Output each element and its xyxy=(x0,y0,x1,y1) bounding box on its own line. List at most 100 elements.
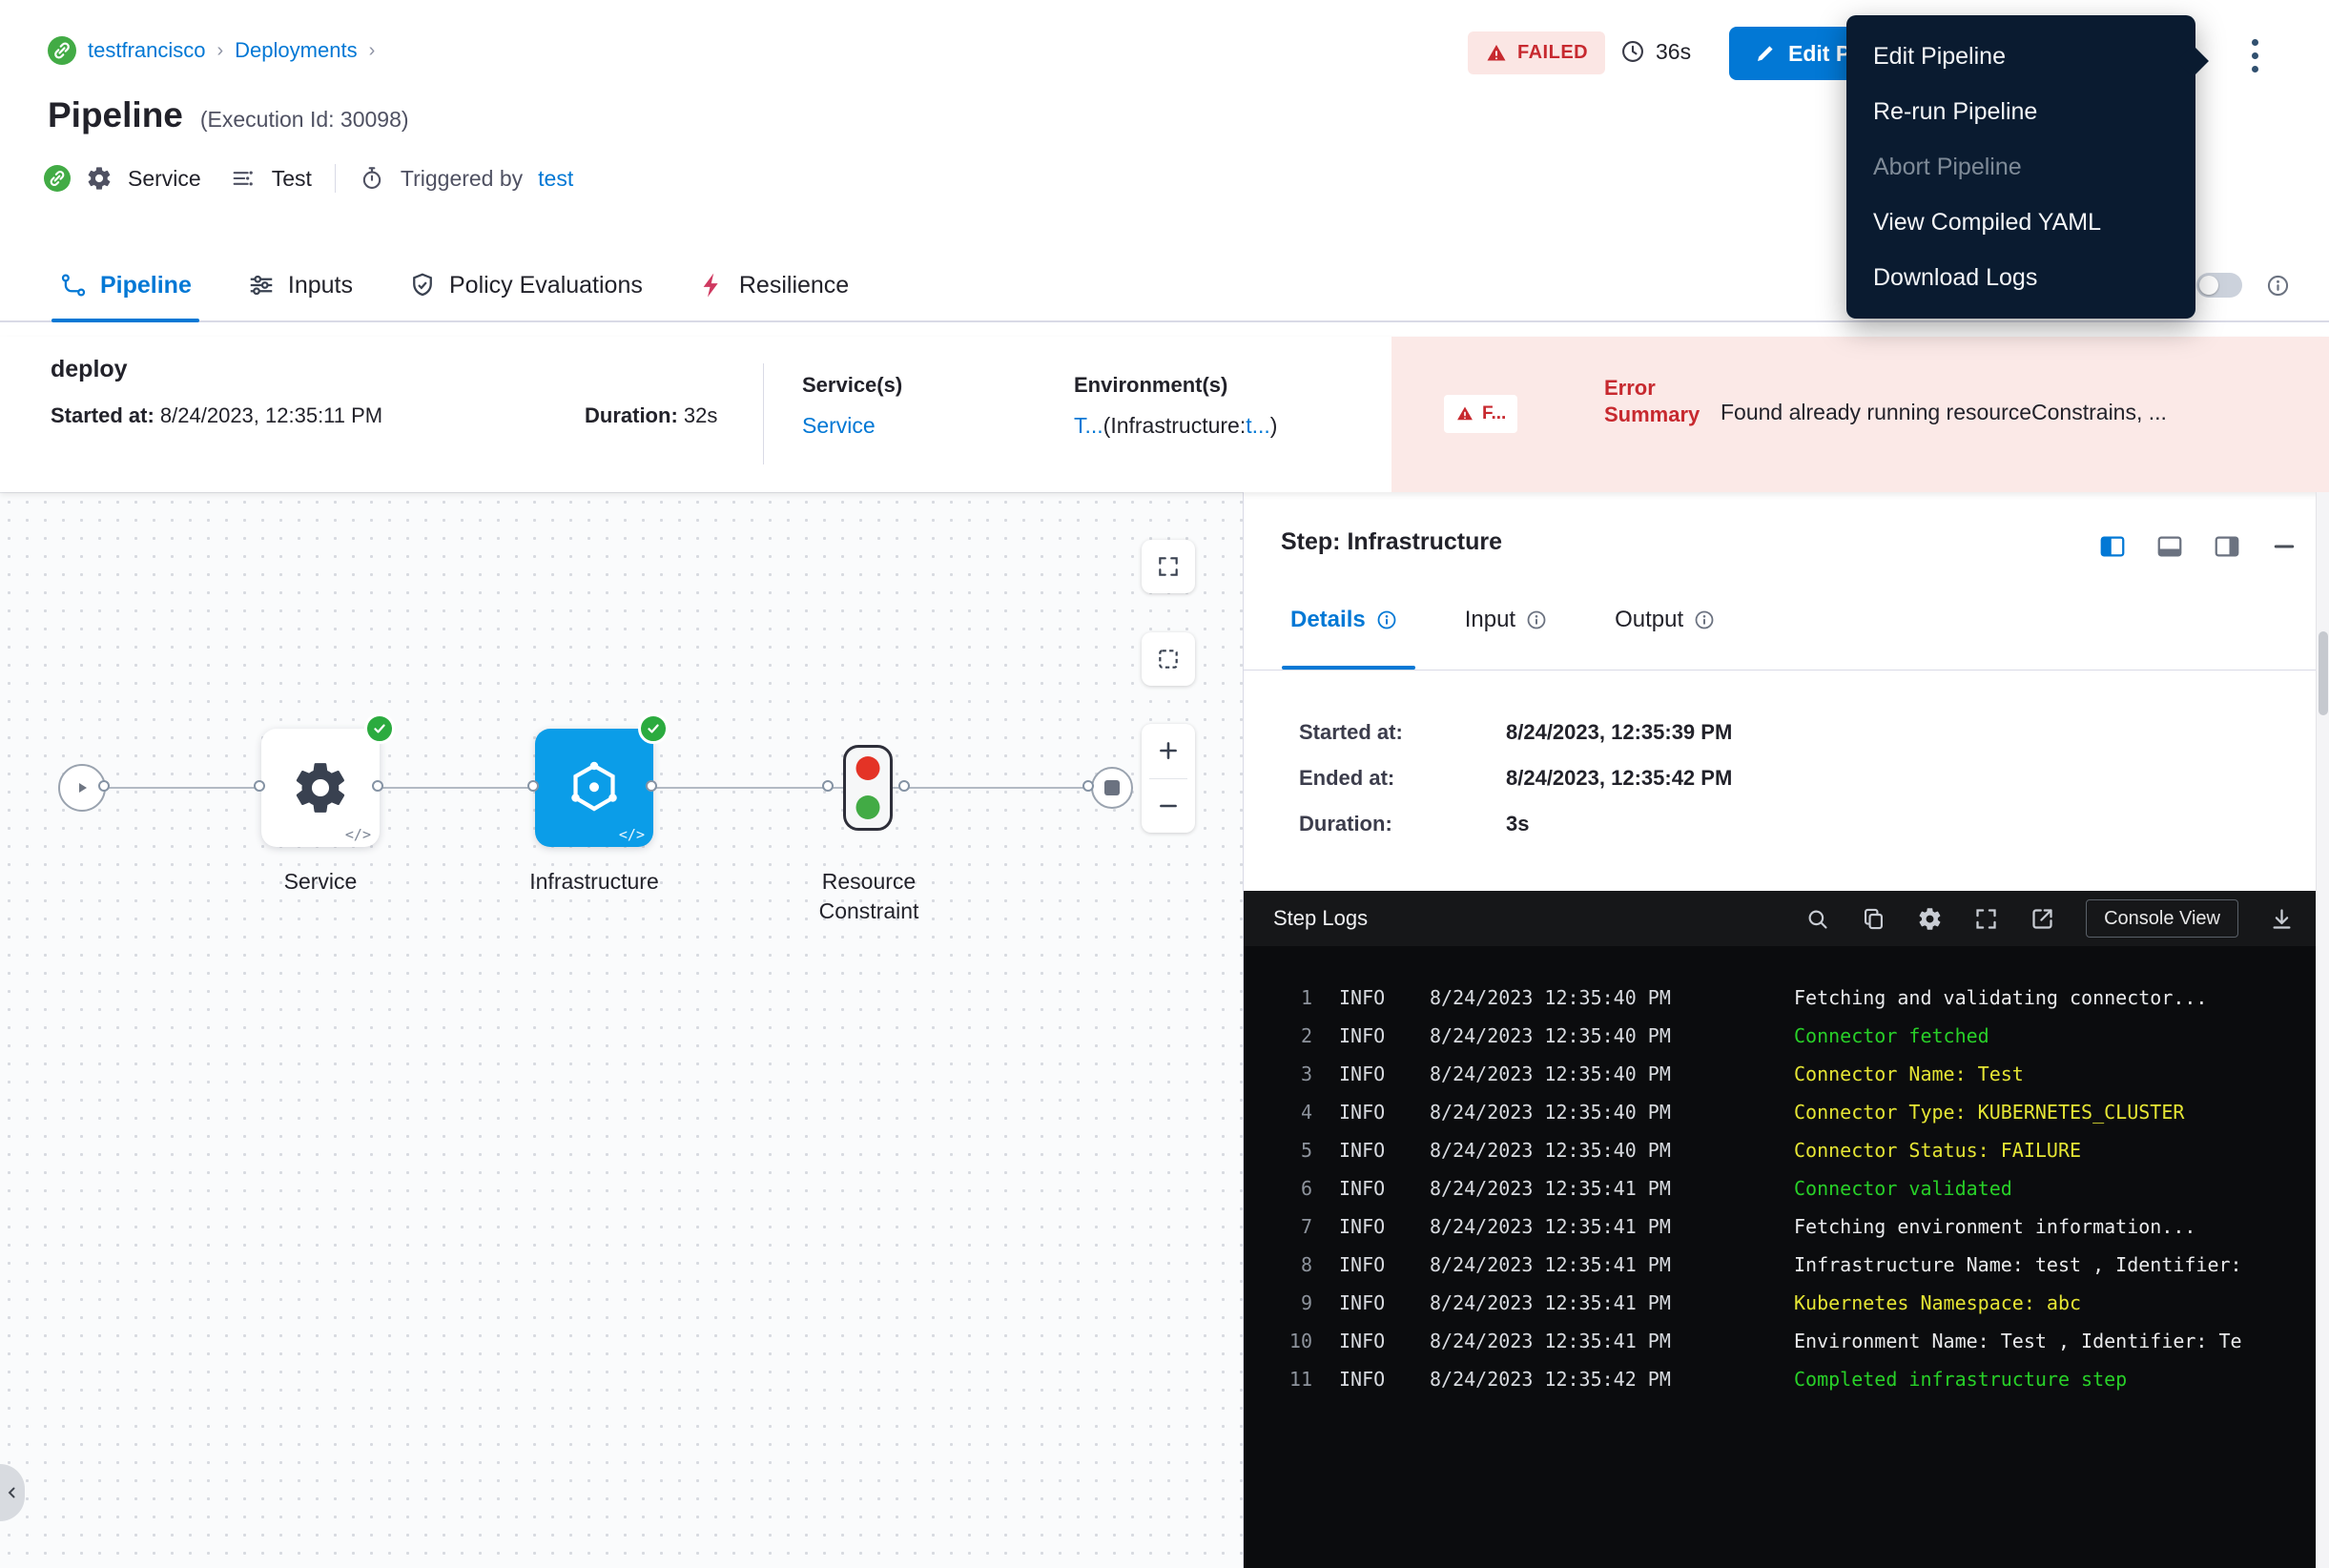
log-message: Connector Status: FAILURE xyxy=(1794,1131,2310,1169)
chevron-left-icon xyxy=(4,1484,21,1501)
menu-item-rerun-pipeline[interactable]: Re-run Pipeline xyxy=(1846,84,2195,139)
breadcrumb-project-link[interactable]: testfrancisco xyxy=(88,38,206,63)
breadcrumb-separator: › xyxy=(369,40,376,62)
output-info-icon[interactable] xyxy=(1693,609,1716,631)
stage-duration-label: Duration: xyxy=(585,403,678,427)
clock-icon xyxy=(1619,38,1646,65)
copy-icon[interactable] xyxy=(1861,906,1886,932)
minimize-panel-icon[interactable] xyxy=(2270,532,2298,561)
edge-connector-dot xyxy=(898,780,910,792)
info-icon[interactable] xyxy=(2265,273,2291,299)
tab-input[interactable]: Input xyxy=(1465,607,1548,633)
node-service[interactable]: </> xyxy=(261,729,380,847)
edge-connector-dot xyxy=(1082,780,1094,792)
log-line: 1INFO8/24/2023 12:35:40 PMFetching and v… xyxy=(1244,979,2316,1017)
edge-connector-dot xyxy=(822,780,834,792)
title-row: Pipeline (Execution Id: 30098) xyxy=(48,95,409,135)
zoom-out-button[interactable] xyxy=(1142,779,1195,834)
log-line-number: 9 xyxy=(1253,1284,1312,1322)
log-timestamp: 8/24/2023 12:35:40 PM xyxy=(1430,979,1671,1017)
triggered-by-user-link[interactable]: test xyxy=(538,166,573,192)
step-panel-tabs: Details Input Output xyxy=(1290,607,1716,633)
environment-name[interactable]: Test xyxy=(272,166,312,192)
canvas-fullscreen-button[interactable] xyxy=(1142,540,1195,593)
error-summary-message: Found already running resourceConstrains… xyxy=(1721,400,2314,425)
stage-failed-chip-label: F... xyxy=(1482,403,1506,424)
pipeline-graph-canvas[interactable]: </> Service </> Infrastructure Resource … xyxy=(0,492,1243,1568)
log-level: INFO xyxy=(1339,1284,1385,1322)
log-settings-gear-icon[interactable] xyxy=(1917,906,1943,932)
log-timestamp: 8/24/2023 12:35:40 PM xyxy=(1430,1131,1671,1169)
console-view-button[interactable]: Console View xyxy=(2086,899,2238,938)
stage-name: deploy xyxy=(51,356,128,383)
step-logs-header: Step Logs Console View xyxy=(1244,891,2316,946)
log-level: INFO xyxy=(1339,1360,1385,1398)
service-success-badge xyxy=(364,713,395,744)
menu-item-download-logs[interactable]: Download Logs xyxy=(1846,250,2195,305)
tabs-divider xyxy=(1244,670,2316,671)
detail-value: 8/24/2023, 12:35:42 PM xyxy=(1506,765,1732,792)
layout-right-view-icon[interactable] xyxy=(2213,532,2241,561)
open-external-icon[interactable] xyxy=(2030,906,2055,932)
code-tag: </> xyxy=(619,826,645,843)
traffic-light-red xyxy=(856,756,880,780)
input-info-icon[interactable] xyxy=(1525,609,1548,631)
tab-resilience[interactable]: Resilience xyxy=(698,250,849,320)
environment-link[interactable]: T...(Infrastructure:t...) xyxy=(1074,413,1277,439)
node-resource-constraint[interactable] xyxy=(843,745,893,831)
tab-output[interactable]: Output xyxy=(1615,607,1716,633)
details-info-icon[interactable] xyxy=(1375,609,1398,631)
pipeline-options-menu: Edit Pipeline Re-run Pipeline Abort Pipe… xyxy=(1846,15,2195,319)
log-message: Environment Name: Test , Identifier: Te xyxy=(1794,1322,2310,1360)
scrollbar-thumb[interactable] xyxy=(2319,631,2328,715)
log-message: Fetching and validating connector... xyxy=(1794,979,2310,1017)
services-label: Service(s) xyxy=(802,373,902,398)
menu-item-edit-pipeline[interactable]: Edit Pipeline xyxy=(1846,29,2195,84)
end-node[interactable] xyxy=(1091,767,1133,809)
stage-summary-bar: deploy Started at: 8/24/2023, 12:35:11 P… xyxy=(0,337,2329,492)
more-options-kebab-icon[interactable] xyxy=(2239,31,2270,80)
step-logs-body[interactable]: 1INFO8/24/2023 12:35:40 PMFetching and v… xyxy=(1244,946,2316,1568)
left-panel-collapse-handle[interactable] xyxy=(0,1464,25,1521)
plus-icon xyxy=(1156,738,1181,763)
environment-link-name[interactable]: T... xyxy=(1074,413,1103,438)
log-level: INFO xyxy=(1339,979,1385,1017)
vertical-scrollbar[interactable] xyxy=(2316,492,2329,1568)
node-infrastructure[interactable]: </> xyxy=(535,729,653,847)
breadcrumb-deployments-link[interactable]: Deployments xyxy=(235,38,357,63)
search-icon[interactable] xyxy=(1804,906,1830,932)
service-name[interactable]: Service xyxy=(128,166,201,192)
log-line: 5INFO8/24/2023 12:35:40 PMConnector Stat… xyxy=(1244,1131,2316,1169)
deployments-module-icon xyxy=(48,36,76,65)
check-icon xyxy=(645,720,662,737)
log-line: 10INFO8/24/2023 12:35:41 PMEnvironment N… xyxy=(1244,1322,2316,1360)
download-logs-icon[interactable] xyxy=(2269,906,2295,932)
layout-bottom-view-icon[interactable] xyxy=(2155,532,2184,561)
tab-policy-evaluations[interactable]: Policy Evaluations xyxy=(408,250,643,320)
edge-connector-dot xyxy=(527,780,539,792)
stage-duration-value: 32s xyxy=(684,403,717,427)
log-level: INFO xyxy=(1339,1093,1385,1131)
zoom-in-button[interactable] xyxy=(1142,724,1195,778)
tab-pipeline[interactable]: Pipeline xyxy=(59,250,192,320)
service-link[interactable]: Service xyxy=(802,413,902,439)
stage-environments-block: Environment(s) T...(Infrastructure:t...) xyxy=(1074,373,1277,439)
debug-toggle[interactable] xyxy=(2196,273,2242,298)
canvas-select-button[interactable] xyxy=(1142,632,1195,686)
pipeline-icon xyxy=(59,271,88,299)
detail-label: Duration: xyxy=(1299,811,1506,837)
log-timestamp: 8/24/2023 12:35:41 PM xyxy=(1430,1246,1671,1284)
stage-started-label: Started at: xyxy=(51,403,155,427)
stage-duration: Duration: 32s xyxy=(585,403,717,428)
logs-fullscreen-icon[interactable] xyxy=(1973,906,1999,932)
menu-item-view-compiled-yaml[interactable]: View Compiled YAML xyxy=(1846,195,2195,250)
log-line: 2INFO8/24/2023 12:35:40 PMConnector fetc… xyxy=(1244,1017,2316,1055)
log-line-number: 5 xyxy=(1253,1131,1312,1169)
tab-inputs[interactable]: Inputs xyxy=(247,250,353,320)
warning-triangle-icon xyxy=(1485,42,1508,65)
breadcrumb: testfrancisco › Deployments › xyxy=(48,36,375,65)
layout-split-view-icon[interactable] xyxy=(2098,532,2127,561)
environment-infra-link[interactable]: t... xyxy=(1246,413,1270,438)
tab-details[interactable]: Details xyxy=(1290,607,1398,633)
log-timestamp: 8/24/2023 12:35:40 PM xyxy=(1430,1055,1671,1093)
